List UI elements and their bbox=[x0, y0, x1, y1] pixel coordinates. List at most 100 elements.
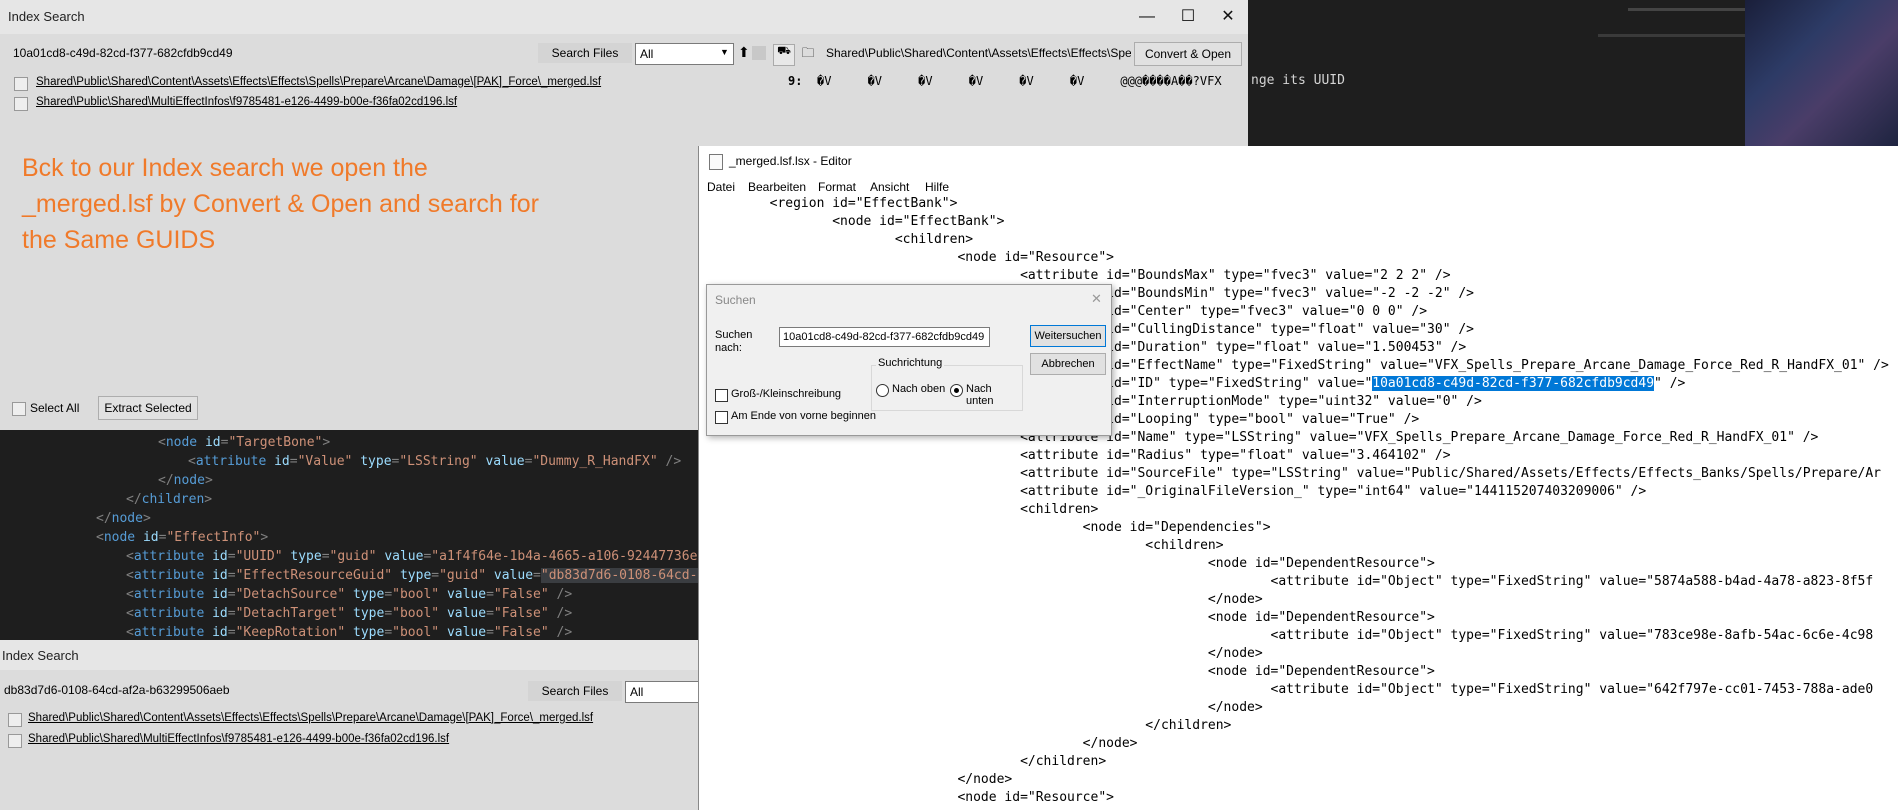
window-title: Index Search bbox=[8, 9, 85, 24]
editor-line: </node> bbox=[707, 646, 1263, 661]
background-code-window: nge its UUID bbox=[1248, 0, 1748, 146]
editor-line-id-after: " /> bbox=[1654, 376, 1686, 391]
code-line: <attribute id="KeepRotation" type="bool"… bbox=[126, 625, 573, 640]
code-line: <attribute id="EffectResourceGuid" type=… bbox=[126, 568, 706, 583]
preview-line-text: �V �V �V �V �V �V @@@����A��?VFX bbox=[817, 74, 1222, 88]
menu-datei[interactable]: Datei bbox=[707, 180, 735, 194]
filter-select-value: All bbox=[640, 47, 654, 61]
code-line: <node id="EffectInfo"> bbox=[96, 530, 269, 545]
editor-line: <attribute id="SourceFile" type="LSStrin… bbox=[707, 466, 1881, 481]
search-input[interactable]: db83d7d6-0108-64cd-af2a-b63299506aeb bbox=[4, 683, 230, 697]
folder-icon[interactable]: 🗀 bbox=[798, 44, 818, 64]
find-label: Suchen nach: bbox=[715, 329, 753, 354]
checkbox[interactable] bbox=[12, 402, 26, 416]
result-link[interactable]: Shared\Public\Shared\MultiEffectInfos\f9… bbox=[28, 733, 449, 745]
path-input[interactable]: Shared\Public\Shared\Content\Assets\Effe… bbox=[826, 46, 1131, 60]
result-link[interactable]: Shared\Public\Shared\Content\Assets\Effe… bbox=[28, 712, 593, 724]
result-checkbox[interactable] bbox=[8, 734, 22, 748]
editor-titlebar: _merged.lsf.lsx - Editor bbox=[699, 146, 1898, 176]
find-dialog: Suchen ✕ Suchen nach: 10a01cd8-c49d-82cd… bbox=[706, 284, 1112, 436]
index-search-titlebar: Index Search — ☐ ✕ bbox=[0, 0, 1248, 34]
menu-format[interactable]: Format bbox=[818, 180, 856, 194]
code-line: </node> bbox=[96, 511, 151, 526]
preview-pane: 9: �V �V �V �V �V �V @@@����A��?VFX bbox=[772, 70, 1248, 150]
minimize-button[interactable]: — bbox=[1127, 4, 1167, 30]
background-code-text: nge its UUID bbox=[1251, 73, 1345, 88]
direction-group: Suchrichtung Nach oben Nach unten bbox=[871, 357, 1023, 411]
notepad-icon bbox=[709, 154, 723, 170]
find-next-button[interactable]: Weitersuchen bbox=[1030, 325, 1106, 347]
editor-line: <attribute id="Radius" type="float" valu… bbox=[707, 448, 1451, 463]
editor-line: </node> bbox=[707, 772, 1013, 787]
code-line: <attribute id="DetachSource" type="bool"… bbox=[126, 587, 573, 602]
menu-bearbeiten[interactable]: Bearbeiten bbox=[748, 180, 806, 194]
editor-line: <children> bbox=[707, 232, 974, 247]
search-input[interactable]: 10a01cd8-c49d-82cd-f377-682cfdb9cd49 bbox=[13, 46, 233, 60]
code-line: <attribute id="UUID" type="guid" value="… bbox=[126, 549, 714, 564]
preview-line-number: 9: bbox=[788, 74, 803, 88]
code-line: </node> bbox=[158, 473, 213, 488]
radio-up[interactable] bbox=[876, 384, 889, 397]
convert-open-button[interactable]: Convert & Open bbox=[1134, 42, 1242, 66]
desktop-wallpaper bbox=[1745, 0, 1898, 146]
find-input[interactable]: 10a01cd8-c49d-82cd-f377-682cfdb9cd49 bbox=[779, 327, 990, 347]
background-line bbox=[1628, 8, 1748, 11]
close-button[interactable]: ✕ bbox=[1208, 4, 1248, 30]
search-files-button[interactable]: Search Files bbox=[538, 43, 632, 63]
menu-hilfe[interactable]: Hilfe bbox=[925, 180, 949, 194]
code-line: </children> bbox=[126, 492, 213, 507]
editor-line: <attribute id="Object" type="FixedString… bbox=[707, 574, 1874, 589]
annotation-text: Bck to our Index search we open the _mer… bbox=[22, 154, 539, 254]
editor-line: <attribute id="Object" type="FixedString… bbox=[707, 628, 1874, 643]
result-checkbox[interactable] bbox=[8, 713, 22, 727]
radio-up-label: Nach oben bbox=[892, 383, 946, 395]
editor-line: <node id="DependentResource"> bbox=[707, 610, 1435, 625]
index-search-window-2: Index Search db83d7d6-0108-64cd-af2a-b63… bbox=[0, 640, 707, 810]
result-checkbox[interactable] bbox=[14, 97, 28, 111]
wrap-label: Am Ende von vorne beginnen bbox=[731, 410, 876, 422]
editor-line: <attribute id="Object" type="FixedString… bbox=[707, 682, 1874, 697]
editor-line: <node id="DependentResource"> bbox=[707, 664, 1435, 679]
pin-icon[interactable]: ⬆ bbox=[738, 44, 750, 61]
direction-label: Suchrichtung bbox=[876, 357, 945, 369]
editor-line: <node id="Resource"> bbox=[707, 250, 1114, 265]
result-checkbox[interactable] bbox=[14, 77, 28, 91]
result-link[interactable]: Shared\Public\Shared\MultiEffectInfos\f9… bbox=[36, 96, 457, 108]
code-line: <node id="TargetBone"> bbox=[158, 435, 331, 450]
code-line: <attribute id="Value" type="LSString" va… bbox=[188, 454, 682, 469]
window-title: Index Search bbox=[2, 648, 79, 663]
filter-select[interactable]: All ▼ bbox=[635, 43, 734, 65]
chevron-down-icon: ▼ bbox=[720, 47, 729, 57]
editor-line: <node id="EffectBank"> bbox=[707, 214, 1005, 229]
editor-line: <node id="Dependencies"> bbox=[707, 520, 1271, 535]
radio-down-label: Nach unten bbox=[966, 383, 994, 407]
search-files-button[interactable]: Search Files bbox=[528, 681, 622, 701]
editor-line: <attribute id="_OriginalFileVersion_" ty… bbox=[707, 484, 1647, 499]
wrap-checkbox[interactable] bbox=[715, 411, 728, 424]
editor-line: </node> bbox=[707, 592, 1263, 607]
find-cancel-button[interactable]: Abbrechen bbox=[1030, 353, 1106, 375]
close-icon[interactable]: ✕ bbox=[1091, 291, 1102, 307]
select-all-label: Select All bbox=[30, 401, 80, 415]
editor-line: <region id="EffectBank"> bbox=[707, 196, 958, 211]
toggle-box[interactable] bbox=[752, 46, 766, 60]
search-highlight: 10a01cd8-c49d-82cd-f377-682cfdb9cd49 bbox=[1372, 376, 1655, 391]
radio-down[interactable] bbox=[950, 384, 963, 397]
background-line bbox=[1598, 34, 1748, 37]
maximize-button[interactable]: ☐ bbox=[1168, 4, 1208, 30]
menu-ansicht[interactable]: Ansicht bbox=[870, 180, 909, 194]
case-checkbox[interactable] bbox=[715, 389, 728, 402]
code-editor-panel: <node id="TargetBone"> <attribute id="Va… bbox=[0, 430, 713, 640]
archive-icon[interactable]: ⛟ bbox=[773, 44, 795, 66]
filter-select-value: All bbox=[630, 685, 644, 699]
editor-line: <attribute id="BoundsMax" type="fvec3" v… bbox=[707, 268, 1451, 283]
editor-line: </node> bbox=[707, 736, 1138, 751]
editor-line: </children> bbox=[707, 754, 1107, 769]
result-link[interactable]: Shared\Public\Shared\Content\Assets\Effe… bbox=[36, 76, 601, 88]
extract-selected-button[interactable]: Extract Selected bbox=[98, 396, 198, 420]
editor-title: _merged.lsf.lsx - Editor bbox=[729, 154, 852, 168]
code-line: <attribute id="DetachTarget" type="bool"… bbox=[126, 606, 573, 621]
filter-select[interactable]: All bbox=[625, 681, 707, 703]
editor-line: </node> bbox=[707, 700, 1263, 715]
editor-line: <children> bbox=[707, 502, 1099, 517]
